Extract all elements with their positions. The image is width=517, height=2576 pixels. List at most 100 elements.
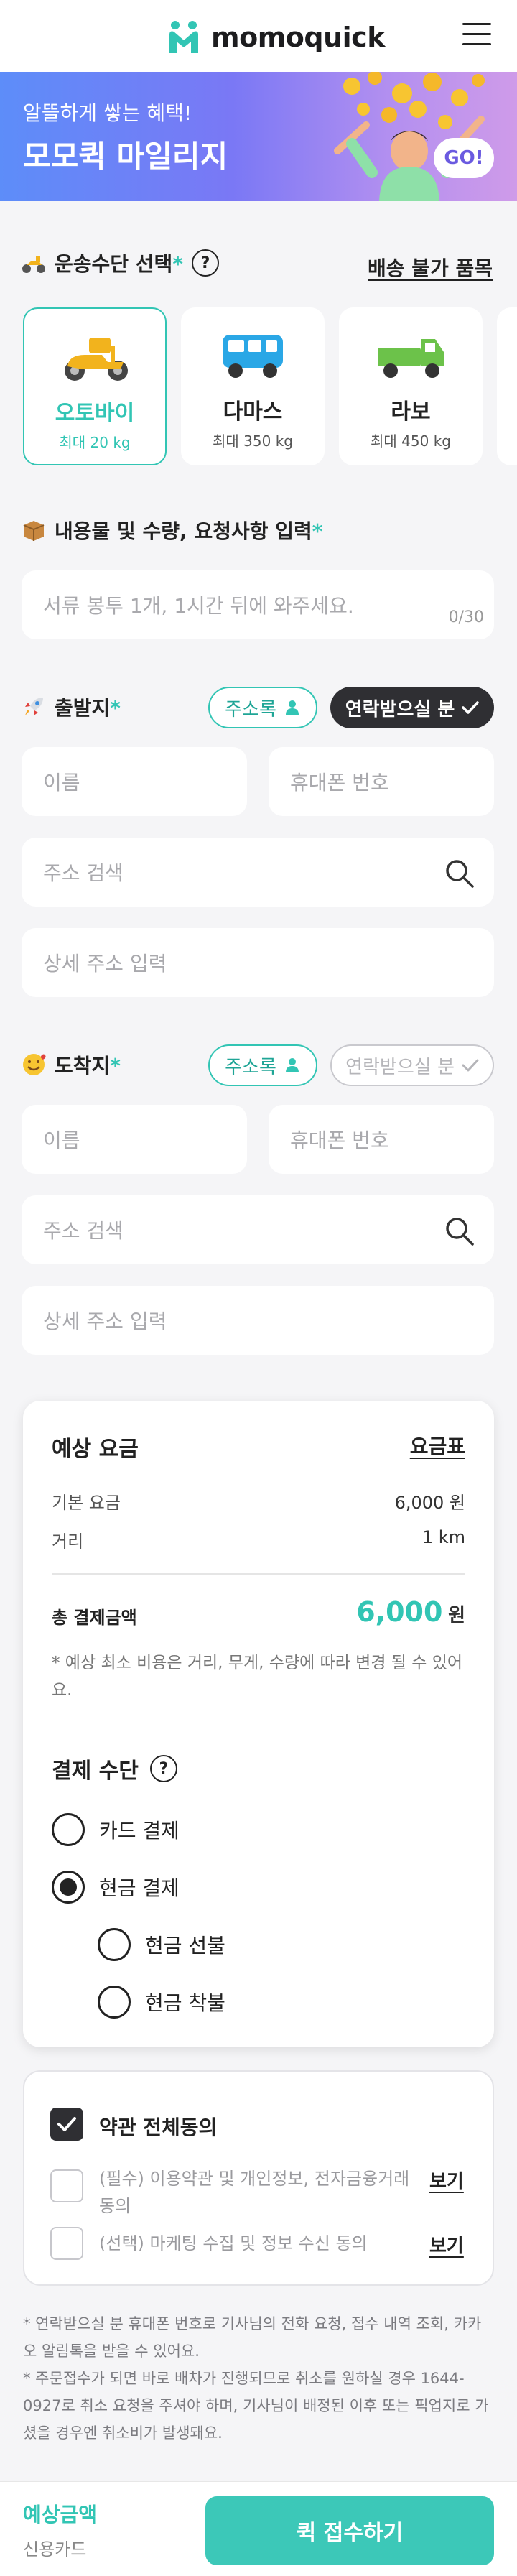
- vehicle-max-weight: 최대 20 kg: [59, 434, 131, 451]
- banner-title: 모모퀵 마일리지: [23, 139, 228, 174]
- check-icon: [462, 701, 480, 714]
- question-circle-icon[interactable]: ?: [191, 249, 219, 277]
- prohibited-items-link[interactable]: 배송 불가 품목: [368, 253, 493, 282]
- vehicle-section-title: 운송수단 선택* ?: [22, 249, 219, 277]
- vehicle-card-damas[interactable]: 다마스 최대 350 kg: [181, 307, 325, 465]
- fare-title: 예상 요금: [52, 1437, 139, 1462]
- name-placeholder: 이름: [43, 1129, 80, 1152]
- radio-label: 현금 착불: [145, 1991, 225, 2015]
- submit-order-button[interactable]: 퀵 접수하기: [205, 2496, 494, 2565]
- origin-phone-input[interactable]: 휴대폰 번호: [269, 747, 494, 816]
- contact-toggle-label: 연락받으실 분: [345, 698, 455, 721]
- van-icon: [223, 335, 283, 378]
- cash-option-prepaid[interactable]: 현금 선불: [98, 1928, 225, 1961]
- origin-address-detail-input[interactable]: 상세 주소 입력: [22, 928, 494, 997]
- destination-address-book-button[interactable]: 주소록: [208, 1044, 317, 1086]
- logo[interactable]: momoquick: [167, 20, 385, 55]
- vehicle-selector: 오토바이 최대 20 kg 다마스 최대 350 kg 라보 최대 450 kg: [23, 307, 517, 465]
- destination-section-title: 도착지*: [22, 1050, 121, 1079]
- page: momoquick 알뜰하게 쌓는 혜택! 모모퀵 마일리지 GO! 운송수단 …: [0, 0, 517, 2576]
- total-amount: 6,000 원: [356, 1596, 465, 1628]
- destination-contact-toggle[interactable]: 연락받으실 분: [330, 1044, 494, 1086]
- package-icon: [23, 521, 45, 541]
- terms-required-view-link[interactable]: 보기: [429, 2167, 464, 2193]
- fare-divider: [52, 1573, 465, 1575]
- vehicle-card-labo[interactable]: 라보 최대 450 kg: [339, 307, 483, 465]
- radio-label: 현금 선불: [145, 1934, 225, 1958]
- scooter-emoji-icon: [22, 256, 45, 273]
- vehicle-name: 오토바이: [55, 401, 135, 426]
- agree-all-checkbox[interactable]: [50, 2108, 83, 2141]
- go-button[interactable]: GO!: [434, 138, 494, 178]
- vehicle-card-motorbike[interactable]: 오토바이 최대 20 kg: [23, 307, 167, 465]
- item-section-title: 내용물 및 수량, 요청사항 입력*: [22, 516, 322, 545]
- terms-marketing-view-link[interactable]: 보기: [429, 2231, 464, 2258]
- logo-mark-icon: [169, 21, 198, 53]
- truck-icon: [378, 339, 444, 378]
- origin-address-search-input[interactable]: 주소 검색: [22, 838, 494, 907]
- celebrating-person-coins-illustration: [334, 72, 485, 201]
- app-header: momoquick: [0, 0, 517, 72]
- total-unit: 원: [448, 1605, 465, 1626]
- destination-title-text: 도착지*: [55, 1054, 121, 1078]
- logo-text: momoquick: [211, 22, 385, 53]
- destination-phone-input[interactable]: 휴대폰 번호: [269, 1105, 494, 1174]
- vehicle-card-partial[interactable]: [497, 307, 517, 465]
- terms-marketing-label: (선택) 마케팅 수집 및 정보 수신 동의: [99, 2233, 368, 2253]
- phone-placeholder: 휴대폰 번호: [290, 1129, 389, 1152]
- person-icon: [285, 700, 299, 715]
- radio-button[interactable]: [52, 1813, 85, 1846]
- hamburger-menu-icon[interactable]: [462, 23, 491, 47]
- vehicle-title-text: 운송수단 선택*: [55, 252, 183, 276]
- footnote: * 연락받으실 분 휴대폰 번호로 기사님의 전화 요청, 접수 내역 조회, …: [23, 2315, 489, 2442]
- question-circle-icon[interactable]: ?: [149, 1755, 177, 1782]
- check-icon: [57, 2117, 76, 2131]
- terms-marketing-checkbox[interactable]: [50, 2227, 83, 2260]
- fare-row-value: 6,000 원: [394, 1493, 465, 1513]
- item-request-input[interactable]: 서류 봉투 1개, 1시간 뒤에 와주세요. 0/30: [22, 570, 494, 639]
- fare-row-label: 기본 요금: [52, 1493, 121, 1513]
- destination-address-search-input[interactable]: 주소 검색: [22, 1195, 494, 1264]
- bottom-bar: 예상금액 신용카드 퀵 접수하기: [0, 2481, 517, 2576]
- phone-placeholder: 휴대폰 번호: [290, 771, 389, 794]
- scooter-icon: [65, 338, 128, 381]
- destination-address-detail-input[interactable]: 상세 주소 입력: [22, 1286, 494, 1355]
- cash-option-cod[interactable]: 현금 착불: [98, 1986, 225, 2019]
- search-icon[interactable]: [444, 1215, 475, 1247]
- payment-option-card[interactable]: 카드 결제: [52, 1813, 180, 1846]
- item-title-text: 내용물 및 수량, 요청사항 입력*: [55, 519, 323, 543]
- vehicle-name: 라보: [391, 399, 431, 425]
- search-placeholder: 주소 검색: [43, 1219, 124, 1243]
- vehicle-name: 다마스: [223, 399, 283, 425]
- search-icon[interactable]: [444, 858, 475, 889]
- payment-option-cash[interactable]: 현금 결제: [52, 1871, 180, 1904]
- rocket-icon: [25, 698, 43, 715]
- origin-name-input[interactable]: 이름: [22, 747, 247, 816]
- search-placeholder: 주소 검색: [43, 861, 124, 885]
- fare-row-label: 거리: [52, 1532, 84, 1552]
- radio-button[interactable]: [98, 1928, 131, 1961]
- detail-placeholder: 상세 주소 입력: [43, 952, 167, 976]
- agree-all-label: 약관 전체동의: [99, 2116, 218, 2139]
- origin-address-book-button[interactable]: 주소록: [208, 687, 317, 728]
- radio-button[interactable]: [98, 1986, 131, 2019]
- contact-toggle-label: 연락받으실 분: [345, 1056, 455, 1078]
- address-book-label: 주소록: [225, 698, 276, 721]
- fare-table-link[interactable]: 요금표: [410, 1431, 465, 1460]
- payment-title: 결제 수단 ?: [52, 1753, 177, 1784]
- person-icon: [285, 1058, 299, 1072]
- estimate-label: 예상금액: [23, 2503, 98, 2526]
- payment-method-label: 신용카드: [23, 2539, 87, 2559]
- destination-name-input[interactable]: 이름: [22, 1105, 247, 1174]
- banner-subtitle: 알뜰하게 쌓는 혜택!: [23, 101, 192, 125]
- mileage-banner[interactable]: 알뜰하게 쌓는 혜택! 모모퀵 마일리지 GO!: [0, 72, 517, 201]
- origin-section-title: 출발지*: [22, 692, 121, 721]
- origin-contact-toggle[interactable]: 연락받으실 분: [330, 687, 494, 728]
- origin-title-text: 출발지*: [55, 696, 121, 720]
- fare-note: * 예상 최소 비용은 거리, 무게, 수량에 따라 변경 될 수 있어요.: [52, 1654, 463, 1700]
- total-value: 6,000: [356, 1596, 443, 1628]
- terms-required-checkbox[interactable]: [50, 2169, 83, 2202]
- smiling-face-hearts-icon: [23, 1054, 46, 1075]
- radio-button-selected[interactable]: [52, 1871, 85, 1904]
- fare-card: 예상 요금 요금표 기본 요금 6,000 원 거리 1 km 총 결제금액 6…: [23, 1401, 494, 2047]
